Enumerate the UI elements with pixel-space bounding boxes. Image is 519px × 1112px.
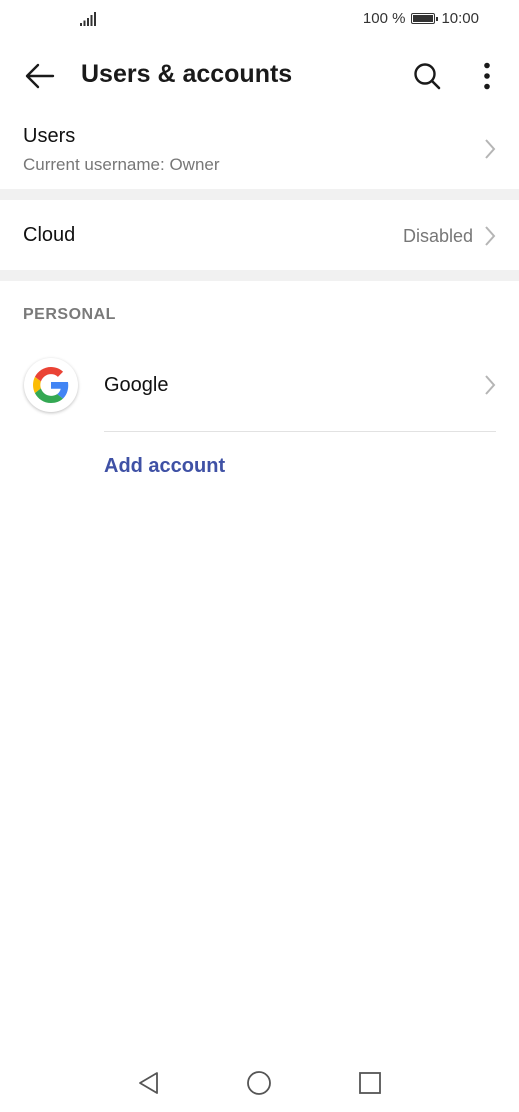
section-divider [0, 270, 519, 281]
account-row-google[interactable]: Google [0, 352, 519, 432]
google-logo-icon [24, 358, 78, 412]
more-options-button[interactable] [468, 56, 506, 96]
cloud-title: Cloud [23, 224, 76, 246]
status-right: 100 % 10:00 [363, 10, 479, 27]
nav-back-icon[interactable] [136, 1070, 162, 1096]
users-subtitle: Current username: Owner [23, 155, 220, 174]
section-header-personal: PERSONAL [23, 306, 116, 323]
back-button[interactable] [20, 56, 60, 96]
search-icon [414, 63, 441, 90]
page-title: Users & accounts [81, 60, 293, 88]
users-title: Users [23, 125, 76, 147]
cloud-row[interactable]: Cloud Disabled [0, 200, 519, 270]
chevron-right-icon [485, 375, 496, 395]
nav-home-icon[interactable] [246, 1070, 272, 1096]
chevron-right-icon [485, 226, 496, 246]
account-name: Google [104, 374, 169, 396]
cloud-status: Disabled [402, 226, 473, 246]
search-button[interactable] [405, 56, 449, 96]
users-row[interactable]: Users Current username: Owner [0, 110, 519, 188]
section-divider [0, 189, 519, 200]
navigation-bar [0, 1052, 519, 1112]
chevron-right-icon [485, 139, 496, 159]
battery-icon [411, 13, 439, 24]
signal-icon [80, 12, 96, 26]
screen: 100 % 10:00 Users & accounts Users Curre… [0, 0, 519, 1112]
battery-percent: 100 % [362, 10, 406, 27]
back-arrow-icon [25, 63, 55, 89]
app-bar: Users & accounts [0, 40, 519, 110]
clock: 10:00 [441, 10, 479, 27]
more-vert-icon [484, 62, 490, 90]
status-bar: 100 % 10:00 [0, 0, 519, 38]
nav-recents-icon[interactable] [357, 1070, 383, 1096]
list-divider [104, 431, 496, 432]
add-account-button[interactable]: Add account [104, 455, 225, 478]
